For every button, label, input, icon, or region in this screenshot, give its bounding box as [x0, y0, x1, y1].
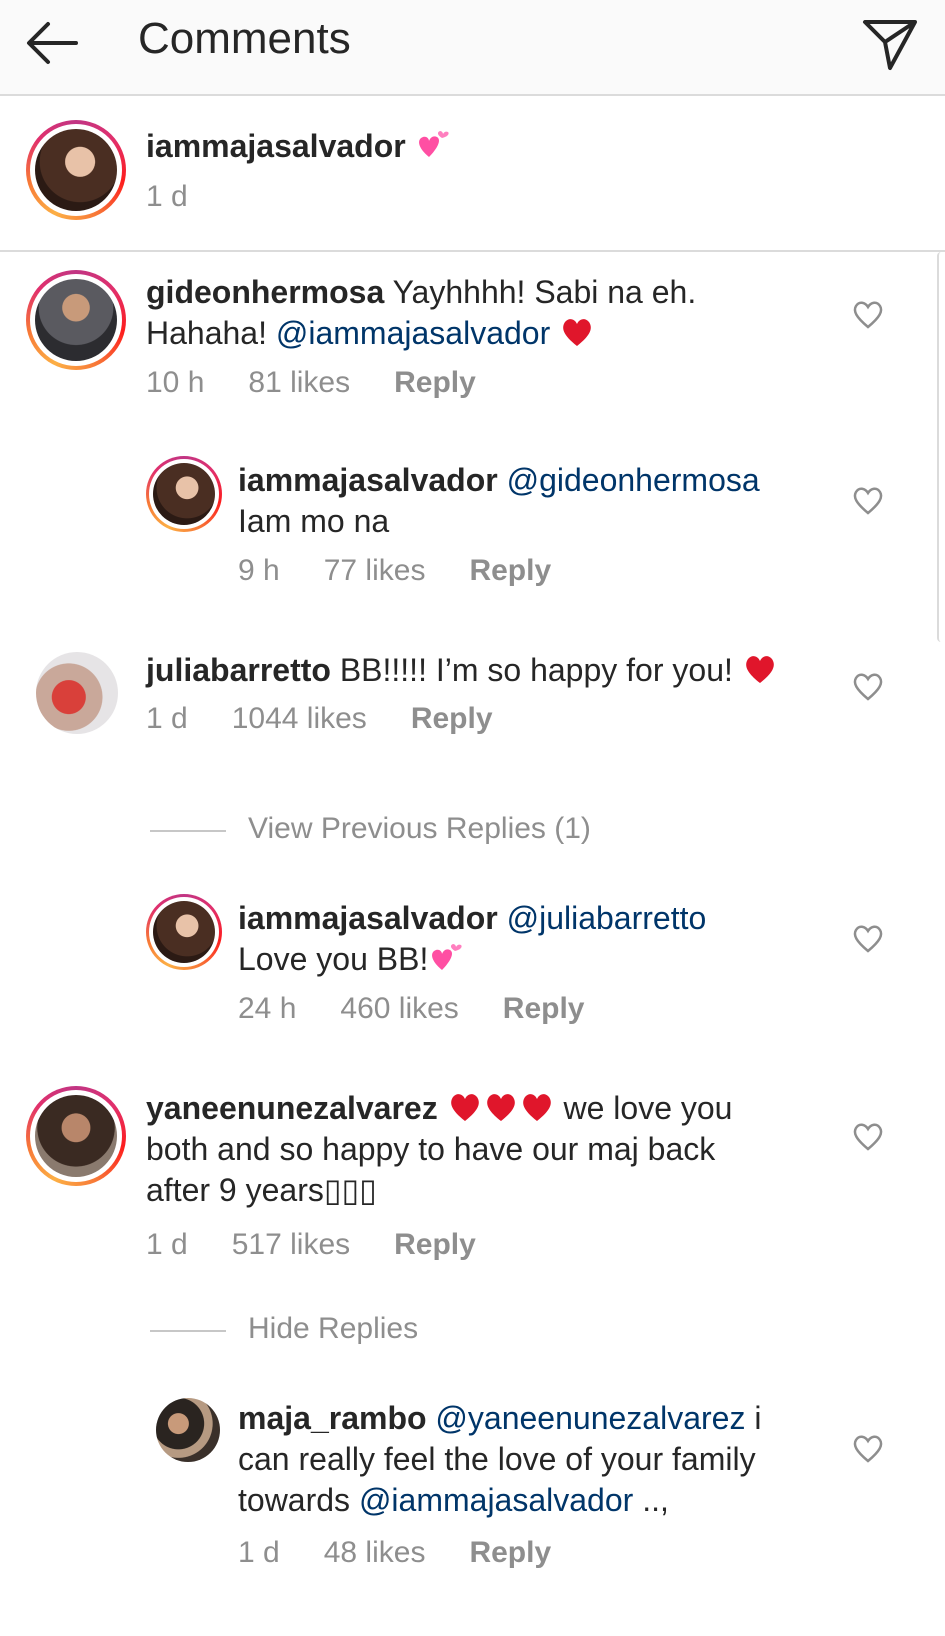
reply-button[interactable]: Reply	[469, 1536, 551, 1569]
red-heart-emoji-icon	[745, 656, 774, 683]
scrollbar[interactable]	[937, 252, 945, 642]
comment-text: both and so happy to have our maj back	[146, 1131, 716, 1167]
divider	[150, 1330, 226, 1332]
avatar[interactable]	[146, 456, 222, 532]
avatar[interactable]	[26, 120, 126, 220]
comment-username[interactable]: yaneenunezalvarez	[146, 1090, 438, 1126]
comment-text: Hahaha!	[146, 315, 276, 351]
comment-text: Love you BB!	[238, 941, 429, 977]
divider	[150, 830, 226, 832]
avatar[interactable]	[26, 270, 126, 370]
mention-link[interactable]: @juliabarretto	[507, 900, 707, 936]
view-previous-replies-button[interactable]: View Previous Replies (1)	[248, 812, 591, 846]
comment-text: ..,	[633, 1482, 669, 1518]
caption-time: 1 d	[146, 180, 188, 213]
like-heart-icon[interactable]	[851, 484, 885, 516]
comment-username[interactable]: iammajasalvador	[238, 462, 498, 498]
red-heart-emoji-icon	[522, 1094, 551, 1121]
header-bar: Comments	[0, 0, 945, 96]
red-heart-emoji-icon	[563, 319, 591, 346]
like-heart-icon[interactable]	[851, 670, 885, 702]
comment-text: can really feel the love of your family	[238, 1441, 756, 1477]
mention-link[interactable]: @iammajasalvador	[359, 1482, 633, 1518]
likes-count[interactable]: 460 likes	[340, 992, 458, 1025]
comment-time: 24 h	[238, 992, 297, 1025]
comment-text: after 9 years▯▯▯	[146, 1172, 377, 1208]
comment-time: 10 h	[146, 366, 205, 399]
post-caption: iammajasalvador 1 d	[0, 96, 945, 252]
comment-text: towards	[238, 1482, 359, 1518]
reply-button[interactable]: Reply	[411, 702, 493, 735]
hide-replies-button[interactable]: Hide Replies	[248, 1312, 418, 1346]
comment-time: 1 d	[146, 1228, 188, 1261]
comment-time: 1 d	[238, 1536, 280, 1569]
back-arrow-icon[interactable]	[22, 18, 80, 68]
mention-link[interactable]: @yaneenunezalvarez	[435, 1400, 745, 1436]
reply-button[interactable]: Reply	[394, 1228, 476, 1261]
avatar[interactable]	[146, 894, 222, 970]
avatar[interactable]	[36, 652, 118, 734]
comment-text: BB!!!!! I’m so happy for you!	[339, 652, 733, 688]
page-title: Comments	[138, 14, 351, 63]
red-heart-emoji-icon	[486, 1094, 515, 1121]
reply-button[interactable]: Reply	[469, 554, 551, 587]
likes-count[interactable]: 1044 likes	[232, 702, 367, 735]
comment-username[interactable]: gideonhermosa	[146, 274, 384, 310]
mention-link[interactable]: @iammajasalvador	[276, 315, 550, 351]
like-heart-icon[interactable]	[851, 922, 885, 954]
direct-send-icon[interactable]	[861, 16, 919, 72]
likes-count[interactable]: 48 likes	[324, 1536, 426, 1569]
like-heart-icon[interactable]	[851, 1432, 885, 1464]
sparkling-heart-emoji-icon	[418, 131, 449, 157]
comment-username[interactable]: juliabarretto	[146, 652, 331, 688]
likes-count[interactable]: 517 likes	[232, 1228, 350, 1261]
reply-button[interactable]: Reply	[394, 366, 476, 399]
likes-count[interactable]: 81 likes	[248, 366, 350, 399]
comment-text: we love you	[554, 1090, 733, 1126]
comment-username[interactable]: iammajasalvador	[238, 900, 498, 936]
avatar[interactable]	[156, 1398, 220, 1462]
sparkling-heart-emoji-icon	[432, 944, 462, 970]
comment-text: Iam mo na	[238, 503, 390, 539]
comment-username[interactable]: maja_rambo	[238, 1400, 427, 1436]
mention-link[interactable]: @gideonhermosa	[507, 462, 760, 498]
comment-text: i	[745, 1400, 762, 1436]
comment-text: Yayhhhh! Sabi na eh.	[392, 274, 697, 310]
caption-username[interactable]: iammajasalvador	[146, 128, 406, 164]
avatar[interactable]	[26, 1086, 126, 1186]
like-heart-icon[interactable]	[851, 298, 885, 330]
like-heart-icon[interactable]	[851, 1120, 885, 1152]
comment-time: 1 d	[146, 702, 188, 735]
reply-button[interactable]: Reply	[503, 992, 585, 1025]
comment-time: 9 h	[238, 554, 280, 587]
likes-count[interactable]: 77 likes	[324, 554, 426, 587]
red-heart-emoji-icon	[450, 1094, 479, 1121]
